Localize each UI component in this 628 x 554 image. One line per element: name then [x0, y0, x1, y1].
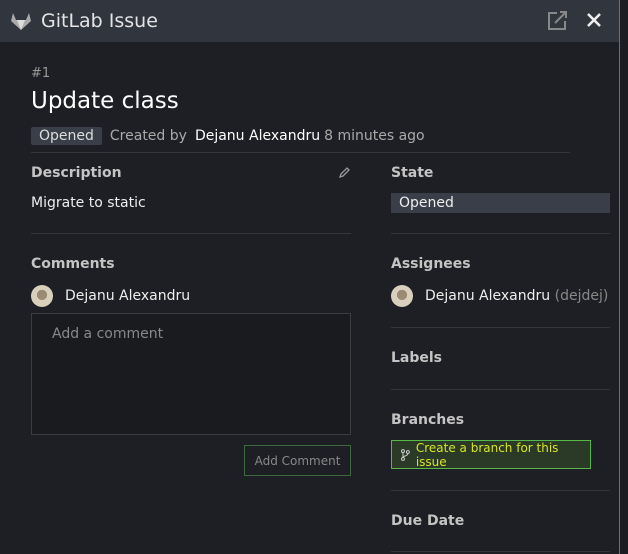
close-icon[interactable]	[586, 12, 602, 28]
labels-label: Labels	[391, 350, 443, 366]
created-time: 8 minutes ago	[324, 128, 425, 144]
status-badge: Opened	[31, 127, 102, 145]
due-date-label: Due Date	[391, 513, 465, 529]
branches-label: Branches	[391, 412, 465, 428]
state-select[interactable]: Opened	[391, 193, 610, 213]
comments-label: Comments	[31, 256, 115, 272]
create-branch-label: Create a branch for this issue	[415, 440, 559, 469]
assignees-label: Assignees	[391, 256, 471, 272]
branch-icon	[401, 448, 410, 461]
dialog-header: GitLab Issue	[0, 0, 619, 42]
open-external-icon[interactable]	[546, 10, 568, 32]
description-label: Description	[31, 165, 122, 181]
add-comment-button[interactable]: Add Comment	[244, 445, 351, 476]
avatar	[31, 285, 53, 307]
issue-meta: Opened Created by Dejanu Alexandru 8 min…	[31, 127, 425, 145]
assignee-avatar	[391, 285, 413, 307]
gitlab-issue-dialog: GitLab Issue #1 Update class Opened Crea…	[0, 0, 620, 554]
assignee-name: Dejanu Alexandru	[425, 288, 551, 304]
dialog-title: GitLab Issue	[41, 10, 158, 32]
create-branch-button[interactable]: Create a branch for this issue	[391, 440, 591, 469]
issue-title: Update class	[31, 88, 179, 114]
assignee-handle: (dejdej)	[554, 288, 609, 304]
state-label: State	[391, 165, 434, 181]
edit-pencil-icon[interactable]	[338, 166, 351, 179]
comment-user: Dejanu Alexandru	[65, 288, 191, 304]
created-by-label: Created by	[109, 128, 187, 144]
assignee: Dejanu Alexandru (dejdej)	[425, 288, 608, 304]
comment-input[interactable]: Add a comment	[31, 313, 351, 435]
description-text: Migrate to static	[31, 195, 146, 211]
author-name[interactable]: Dejanu Alexandru	[195, 128, 320, 144]
gitlab-logo-icon	[11, 13, 31, 30]
issue-number: #1	[31, 66, 51, 81]
